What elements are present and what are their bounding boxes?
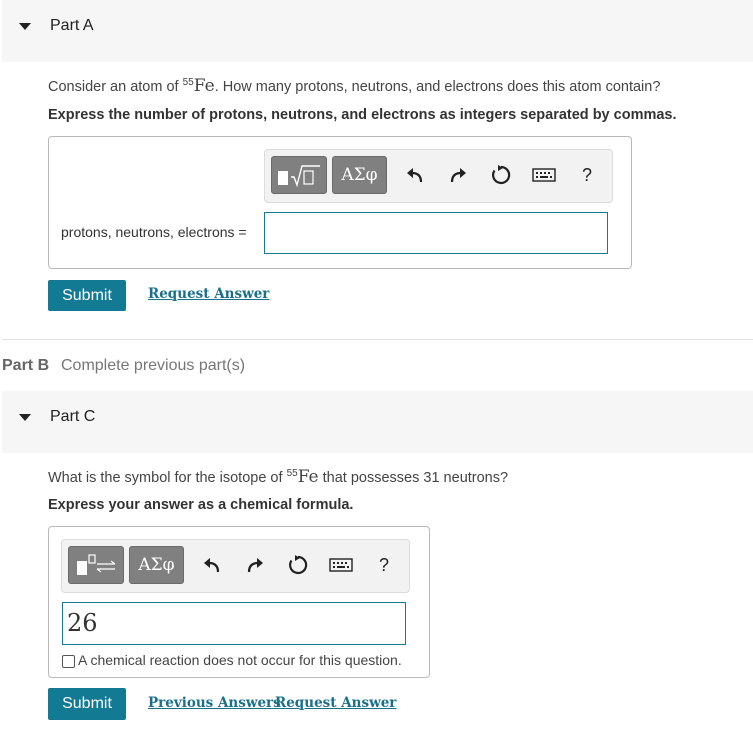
part-c-previous-answers-link[interactable]: Previous Answers xyxy=(148,695,281,711)
part-a-question: Consider an atom of 55Fe. How many proto… xyxy=(48,76,661,96)
keyboard-icon[interactable] xyxy=(328,552,354,578)
redo-icon[interactable] xyxy=(445,162,471,188)
part-c-instruction: Express your answer as a chemical formul… xyxy=(48,497,354,513)
part-c-answer-value: 26 xyxy=(67,609,98,637)
undo-icon[interactable] xyxy=(199,552,225,578)
part-a-answer-input[interactable] xyxy=(264,212,608,254)
part-c-question: What is the symbol for the isotope of 55… xyxy=(48,467,509,487)
templates-button[interactable] xyxy=(271,156,327,194)
reset-icon[interactable] xyxy=(488,162,514,188)
part-c-header[interactable]: Part C xyxy=(2,391,753,453)
part-c-title: Part C xyxy=(50,408,96,425)
part-a-header[interactable]: Part A xyxy=(2,0,753,62)
part-a-answer-label: protons, neutrons, electrons = xyxy=(61,224,247,240)
part-a-request-answer-link[interactable]: Request Answer xyxy=(148,286,269,302)
reset-icon[interactable] xyxy=(285,552,311,578)
help-button[interactable]: ? xyxy=(574,162,600,188)
part-a-submit-button[interactable]: Submit xyxy=(48,280,126,311)
greek-symbols-button[interactable]: ΑΣφ xyxy=(129,546,184,584)
part-b-status: Complete previous part(s) xyxy=(61,357,246,374)
divider xyxy=(2,339,753,340)
part-b-title: Part B xyxy=(2,357,50,374)
no-reaction-checkbox[interactable] xyxy=(62,655,75,668)
part-c-submit-button[interactable]: Submit xyxy=(48,688,126,720)
redo-icon[interactable] xyxy=(242,552,268,578)
part-c-answer-input[interactable]: 26 xyxy=(62,602,406,645)
part-a-title: Part A xyxy=(50,17,94,34)
part-c-request-answer-link[interactable]: Request Answer xyxy=(275,695,396,711)
no-reaction-label[interactable]: A chemical reaction does not occur for t… xyxy=(78,652,402,668)
matrix-root-template-icon xyxy=(278,165,320,187)
subscript-arrow-template-icon xyxy=(77,554,116,575)
part-a-math-toolbar: ΑΣφ ? xyxy=(264,149,613,203)
templates-button[interactable] xyxy=(68,546,124,584)
keyboard-icon[interactable] xyxy=(531,162,557,188)
greek-symbols-button[interactable]: ΑΣφ xyxy=(332,156,387,194)
part-c-math-toolbar: ΑΣφ ? xyxy=(61,539,410,593)
collapse-caret-icon[interactable] xyxy=(19,23,31,30)
undo-icon[interactable] xyxy=(402,162,428,188)
collapse-caret-icon[interactable] xyxy=(19,414,31,421)
part-a-instruction: Express the number of protons, neutrons,… xyxy=(48,107,677,123)
help-button[interactable]: ? xyxy=(371,552,397,578)
